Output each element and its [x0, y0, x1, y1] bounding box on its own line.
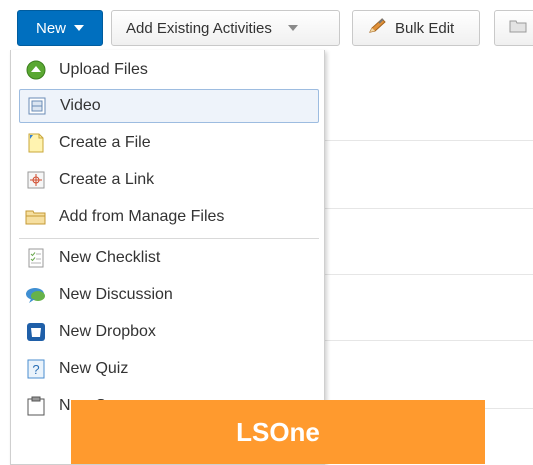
divider — [325, 340, 533, 341]
new-button-label: New — [35, 19, 66, 37]
menu-item-label: Add from Manage Files — [59, 208, 225, 225]
add-existing-activities-button[interactable]: Add Existing Activities — [111, 10, 340, 46]
svg-text:?: ? — [32, 362, 39, 377]
divider — [325, 208, 533, 209]
divider — [325, 274, 533, 275]
menu-item-upload-files[interactable]: Upload Files — [19, 53, 319, 87]
link-icon — [25, 170, 47, 190]
divider — [325, 140, 533, 141]
menu-item-label: Create a Link — [59, 171, 155, 188]
dropbox-icon — [25, 322, 47, 342]
new-button[interactable]: New — [17, 10, 103, 46]
more-actions-button[interactable] — [494, 10, 533, 46]
discussion-icon — [25, 285, 47, 305]
pencil-icon — [367, 17, 389, 39]
menu-item-new-checklist[interactable]: New Checklist — [19, 241, 319, 275]
folder-icon — [25, 207, 47, 227]
menu-item-new-dropbox[interactable]: New Dropbox — [19, 315, 319, 349]
menu-item-label: Create a File — [59, 134, 151, 151]
bulk-edit-button[interactable]: Bulk Edit — [352, 10, 480, 46]
video-icon — [26, 96, 48, 116]
survey-icon — [25, 396, 47, 416]
menu-item-create-file[interactable]: Create a File — [19, 126, 319, 160]
chevron-down-icon — [287, 25, 298, 31]
checklist-icon — [25, 248, 47, 268]
menu-item-label: Upload Files — [59, 61, 148, 78]
add-existing-label: Add Existing Activities — [126, 19, 272, 37]
quiz-icon: ? — [25, 359, 47, 379]
menu-item-label: New Checklist — [59, 249, 161, 266]
lsone-banner: LSOne — [71, 400, 485, 464]
menu-item-create-link[interactable]: Create a Link — [19, 163, 319, 197]
bulk-edit-label: Bulk Edit — [395, 19, 455, 37]
menu-item-new-discussion[interactable]: New Discussion — [19, 278, 319, 312]
menu-item-label: Video — [60, 97, 101, 114]
menu-item-label: New Quiz — [59, 360, 129, 377]
file-icon — [25, 133, 47, 153]
menu-item-video[interactable]: Video — [19, 89, 319, 123]
menu-item-add-from-manage-files[interactable]: Add from Manage Files — [19, 200, 319, 234]
chevron-down-icon — [74, 25, 84, 31]
folder-icon — [509, 19, 527, 37]
menu-separator — [19, 238, 319, 239]
menu-item-new-quiz[interactable]: ? New Quiz — [19, 352, 319, 386]
menu-item-label: New Discussion — [59, 286, 173, 303]
upload-icon — [25, 60, 47, 80]
banner-label: LSOne — [236, 416, 320, 447]
toolbar: New Add Existing Activities Bulk Edit — [0, 0, 533, 50]
menu-item-label: New Dropbox — [59, 323, 156, 340]
